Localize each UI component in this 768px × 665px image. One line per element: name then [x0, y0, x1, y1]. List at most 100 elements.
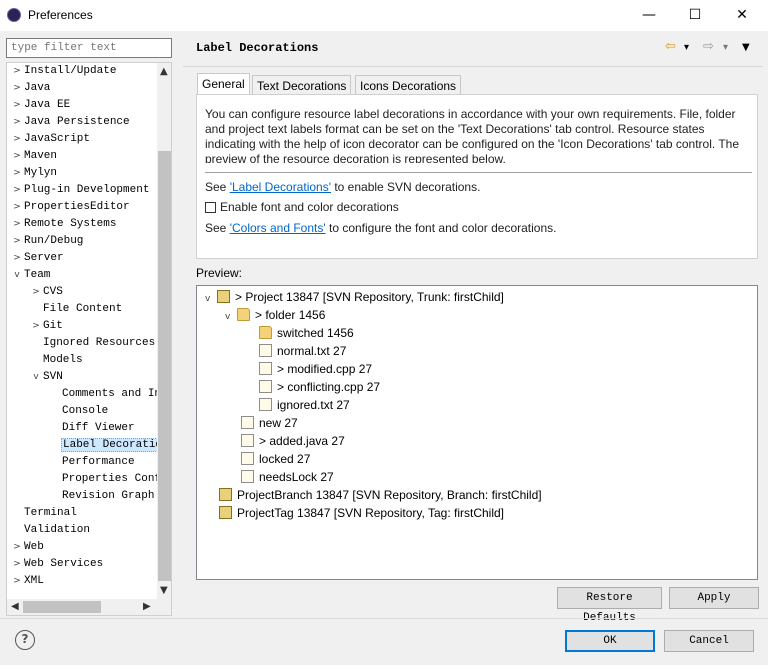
tree-item-label[interactable]: Diff Viewer: [61, 422, 136, 434]
preview-node[interactable]: v > folder 1456: [225, 306, 325, 324]
restore-defaults-button[interactable]: Restore Defaults: [557, 587, 662, 624]
tree-item-label[interactable]: Java Persistence: [23, 116, 131, 128]
back-arrow-icon[interactable]: ⇦: [665, 39, 676, 54]
tree-item-label[interactable]: Console: [61, 405, 109, 417]
preview-node[interactable]: > modified.cpp 27: [259, 360, 372, 378]
preview-node[interactable]: v > Project 13847 [SVN Repository, Trunk:…: [205, 288, 504, 306]
tree-item[interactable]: Models: [30, 352, 84, 369]
preview-node[interactable]: normal.txt 27: [259, 342, 346, 360]
tree-item[interactable]: Terminal: [11, 505, 78, 522]
preview-node[interactable]: > conflicting.cpp 27: [259, 378, 380, 396]
tree-item-label[interactable]: Java: [23, 82, 51, 94]
preview-node[interactable]: ignored.txt 27: [259, 396, 350, 414]
tree-item[interactable]: Comments and In: [49, 386, 162, 403]
tree-item-label[interactable]: Run/Debug: [23, 235, 84, 247]
tab-general[interactable]: General: [197, 73, 250, 95]
chevron-down-icon[interactable]: v: [205, 290, 217, 308]
preview-node[interactable]: switched 1456: [259, 324, 354, 342]
maximize-button[interactable]: ☐: [672, 0, 718, 31]
tree-vertical-scrollbar[interactable]: ▲ ▼: [157, 63, 171, 599]
enable-font-color-checkbox[interactable]: [205, 202, 216, 213]
chevron-right-icon[interactable]: >: [11, 250, 23, 267]
chevron-right-icon[interactable]: >: [11, 216, 23, 233]
tree-item-label[interactable]: Git: [42, 320, 64, 332]
tab-text-decorations[interactable]: Text Decorations: [252, 75, 352, 95]
tree-item-label[interactable]: Plug-in Development: [23, 184, 150, 196]
chevron-right-icon[interactable]: >: [11, 97, 23, 114]
tree-horizontal-scrollbar[interactable]: ◀ ▶: [7, 599, 171, 615]
tree-item-label[interactable]: Remote Systems: [23, 218, 117, 230]
preview-node[interactable]: new 27: [241, 414, 298, 432]
chevron-right-icon[interactable]: >: [11, 556, 23, 573]
chevron-right-icon[interactable]: >: [11, 539, 23, 556]
preview-node[interactable]: > added.java 27: [241, 432, 345, 450]
tree-item-label[interactable]: Install/Update: [23, 65, 117, 77]
tree-item[interactable]: v SVN: [30, 369, 64, 386]
chevron-right-icon[interactable]: >: [11, 573, 23, 590]
tree-item[interactable]: Properties Conf: [49, 471, 162, 488]
minimize-button[interactable]: —: [626, 0, 672, 31]
tree-item[interactable]: Performance: [49, 454, 136, 471]
chevron-right-icon[interactable]: >: [11, 63, 23, 80]
chevron-down-icon[interactable]: v: [30, 369, 42, 386]
tree-item[interactable]: > Git: [30, 318, 64, 335]
chevron-right-icon[interactable]: >: [11, 148, 23, 165]
tree-item-label[interactable]: PropertiesEditor: [23, 201, 131, 213]
tree-item[interactable]: > JavaScript: [11, 131, 91, 148]
forward-dropdown-icon[interactable]: ▾: [723, 42, 728, 53]
tree-item[interactable]: > Run/Debug: [11, 233, 84, 250]
tree-item[interactable]: > Java EE: [11, 97, 71, 114]
preview-node[interactable]: needsLock 27: [241, 468, 334, 486]
chevron-right-icon[interactable]: >: [30, 318, 42, 335]
label-decorations-link[interactable]: 'Label Decorations': [230, 180, 331, 194]
chevron-right-icon[interactable]: >: [11, 131, 23, 148]
tree-item-label[interactable]: Java EE: [23, 99, 71, 111]
tree-item-label[interactable]: Web Services: [23, 558, 104, 570]
tree-item[interactable]: > Web Services: [11, 556, 104, 573]
tree-item-label[interactable]: Maven: [23, 150, 58, 162]
chevron-down-icon[interactable]: v: [225, 308, 237, 326]
tree-item[interactable]: > Maven: [11, 148, 58, 165]
tree-item-label[interactable]: JavaScript: [23, 133, 91, 145]
tree-item-label[interactable]: Mylyn: [23, 167, 58, 179]
enable-font-color-label[interactable]: Enable font and color decorations: [220, 200, 399, 214]
tree-item[interactable]: Ignored Resources: [30, 335, 156, 352]
preview-node[interactable]: locked 27: [241, 450, 310, 468]
tree-item[interactable]: Revision Graph: [49, 488, 155, 505]
tree-item-label[interactable]: Validation: [23, 524, 91, 536]
colors-and-fonts-link[interactable]: 'Colors and Fonts': [230, 221, 326, 235]
tree-item-label[interactable]: XML: [23, 575, 45, 587]
scroll-left-arrow-icon[interactable]: ◀: [11, 601, 19, 612]
chevron-right-icon[interactable]: >: [11, 165, 23, 182]
tree-item[interactable]: Validation: [11, 522, 91, 539]
tree-item[interactable]: > XML: [11, 573, 45, 590]
enable-font-color-row[interactable]: Enable font and color decorations: [205, 200, 399, 214]
scroll-right-arrow-icon[interactable]: ▶: [143, 601, 151, 612]
tree-item[interactable]: > Web: [11, 539, 45, 556]
tree-item[interactable]: > Server: [11, 250, 65, 267]
tree-item-label[interactable]: Label Decoratio: [61, 438, 165, 452]
tree-item[interactable]: > CVS: [30, 284, 64, 301]
preview-node[interactable]: ProjectTag 13847 [SVN Repository, Tag: f…: [219, 504, 504, 522]
forward-arrow-icon[interactable]: ⇨: [703, 39, 714, 54]
tree-item[interactable]: > Java Persistence: [11, 114, 131, 131]
tree-item[interactable]: Diff Viewer: [49, 420, 136, 437]
tree-vertical-scroll-thumb[interactable]: [158, 151, 171, 581]
scroll-down-arrow-icon[interactable]: ▼: [160, 585, 168, 596]
tree-item-label[interactable]: Revision Graph: [61, 490, 155, 502]
chevron-right-icon[interactable]: >: [11, 182, 23, 199]
chevron-right-icon[interactable]: >: [11, 199, 23, 216]
tab-icons-decorations[interactable]: Icons Decorations: [355, 75, 462, 95]
tree-item-label[interactable]: Server: [23, 252, 65, 264]
tree-item-label[interactable]: File Content: [42, 303, 123, 315]
chevron-right-icon[interactable]: >: [11, 114, 23, 131]
tree-item[interactable]: File Content: [30, 301, 123, 318]
ok-button[interactable]: OK: [565, 630, 655, 652]
apply-button[interactable]: Apply: [669, 587, 759, 609]
preview-node[interactable]: ProjectBranch 13847 [SVN Repository, Bra…: [219, 486, 542, 504]
tree-item-label[interactable]: Comments and In: [61, 388, 162, 400]
tree-item[interactable]: > Java: [11, 80, 51, 97]
tree-item[interactable]: Console: [49, 403, 109, 420]
tree-item-label[interactable]: SVN: [42, 371, 64, 383]
tree-item-label[interactable]: Models: [42, 354, 84, 366]
